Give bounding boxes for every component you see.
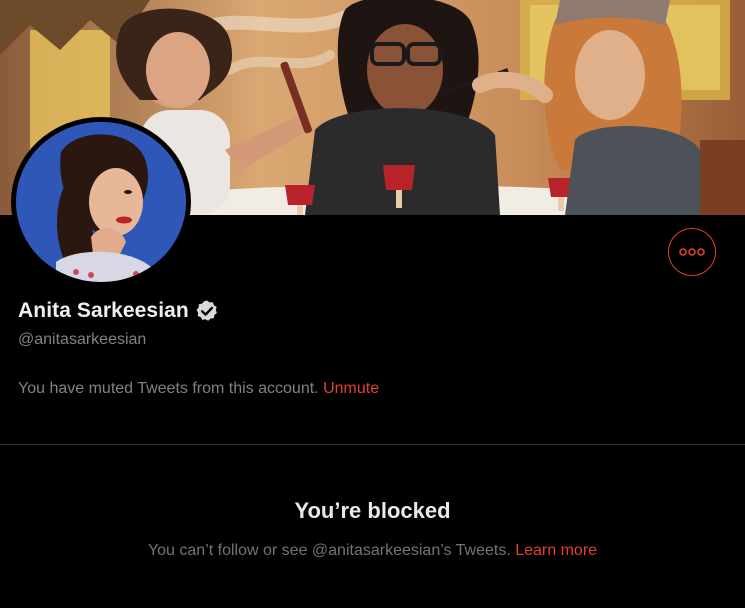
profile-name-row: Anita Sarkeesian	[18, 299, 219, 323]
blocked-description-text: You can’t follow or see @anitasarkeesian…	[147, 542, 516, 559]
display-name: Anita Sarkeesian	[18, 299, 189, 322]
verified-badge-icon	[196, 300, 217, 321]
mute-notice-text: You have muted Tweets from this account.	[18, 380, 324, 397]
profile-handle: @anitasarkeesian	[18, 331, 147, 348]
profile-page: Anita Sarkeesian @anitasarkeesian You ha…	[0, 0, 745, 608]
avatar-photo	[16, 122, 186, 282]
avatar-portrait	[16, 122, 186, 282]
blocked-description: You can’t follow or see @anitasarkeesian…	[0, 542, 745, 560]
more-options-icon	[679, 248, 705, 256]
mute-notice: You have muted Tweets from this account.…	[18, 380, 379, 398]
profile-avatar[interactable]	[11, 117, 191, 287]
unmute-link[interactable]: Unmute	[323, 380, 379, 397]
section-divider	[0, 444, 745, 445]
blocked-title: You’re blocked	[294, 498, 451, 523]
learn-more-link[interactable]: Learn more	[515, 542, 597, 559]
more-options-button[interactable]	[668, 228, 716, 276]
